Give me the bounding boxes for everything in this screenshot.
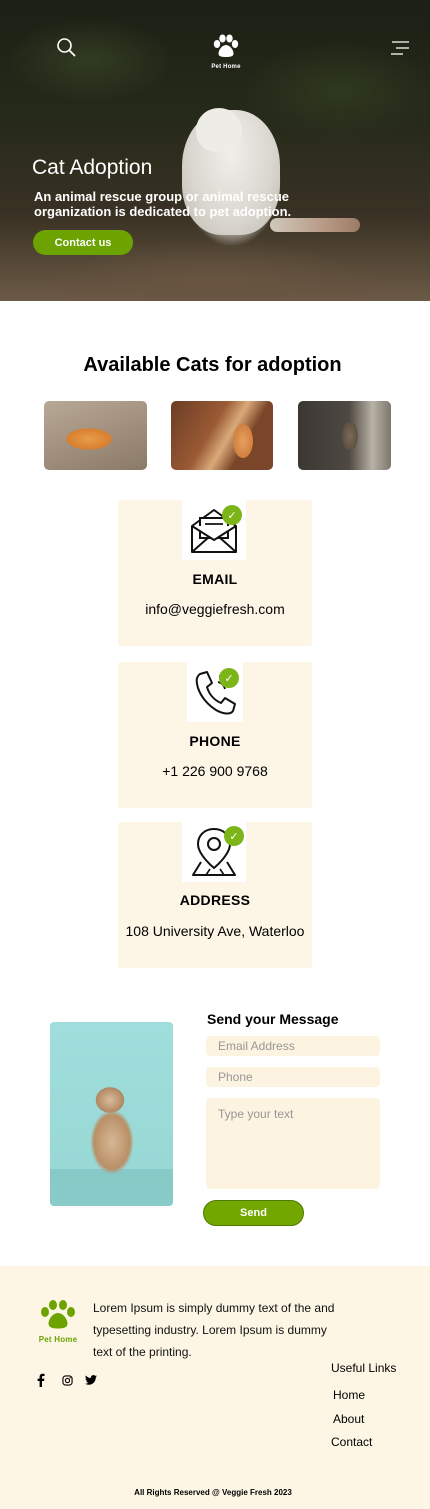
- contact-card-email: ✓ EMAIL info@veggiefresh.com: [118, 500, 312, 646]
- cat-thumbnail[interactable]: [298, 401, 391, 470]
- footer-link-home[interactable]: Home: [333, 1388, 365, 1402]
- card-title: EMAIL: [192, 571, 238, 587]
- brand-logo[interactable]: Pet Home: [206, 34, 246, 70]
- contact-us-button[interactable]: Contact us: [33, 230, 133, 255]
- footer-link-about[interactable]: About: [333, 1412, 364, 1426]
- card-value: info@veggiefresh.com: [145, 601, 285, 617]
- footer-logo[interactable]: Pet Home: [38, 1299, 78, 1344]
- card-value: 108 University Ave, Waterloo: [125, 923, 305, 939]
- card-title: PHONE: [189, 733, 241, 749]
- facebook-icon[interactable]: [34, 1373, 48, 1387]
- card-title: ADDRESS: [179, 892, 251, 908]
- hero-cat-head: [196, 108, 242, 152]
- footer-description: Lorem Ipsum is simply dummy text of the …: [93, 1301, 335, 1359]
- cat-photo: [50, 1022, 173, 1206]
- hero-cat-image: [270, 218, 360, 232]
- footer-link-contact[interactable]: Contact: [331, 1435, 372, 1449]
- email-field[interactable]: [206, 1036, 380, 1056]
- hamburger-menu-icon[interactable]: [389, 40, 411, 56]
- copyright: All Rights Reserved @ Veggie Fresh 2023: [134, 1488, 292, 1497]
- footer-brand-name: Pet Home: [38, 1335, 78, 1344]
- search-icon[interactable]: [55, 36, 77, 58]
- twitter-icon[interactable]: [84, 1373, 98, 1387]
- check-icon: ✓: [219, 668, 239, 688]
- contact-card-address: ✓ ADDRESS 108 University Ave, Waterloo: [118, 822, 312, 968]
- check-icon: ✓: [222, 505, 242, 525]
- cat-thumbnail[interactable]: [44, 401, 147, 470]
- contact-card-phone: ✓ PHONE +1 226 900 9768: [118, 662, 312, 808]
- form-title: Send your Message: [207, 1011, 339, 1027]
- phone-field[interactable]: [206, 1067, 380, 1087]
- card-value: +1 226 900 9768: [162, 763, 268, 779]
- message-textarea[interactable]: [206, 1098, 380, 1189]
- check-icon: ✓: [224, 826, 244, 846]
- cat-thumbnail[interactable]: [171, 401, 273, 470]
- paw-icon: [41, 1300, 75, 1329]
- hero-subtitle: An animal rescue group or animal rescue …: [34, 189, 292, 219]
- useful-links-title: Useful Links: [331, 1361, 397, 1375]
- section-title: Available Cats for adoption: [83, 354, 342, 376]
- instagram-icon[interactable]: [60, 1373, 74, 1387]
- send-button[interactable]: Send: [203, 1200, 304, 1226]
- hero-title: Cat Adoption: [32, 156, 153, 179]
- brand-name: Pet Home: [211, 64, 241, 70]
- paw-icon: [213, 34, 239, 57]
